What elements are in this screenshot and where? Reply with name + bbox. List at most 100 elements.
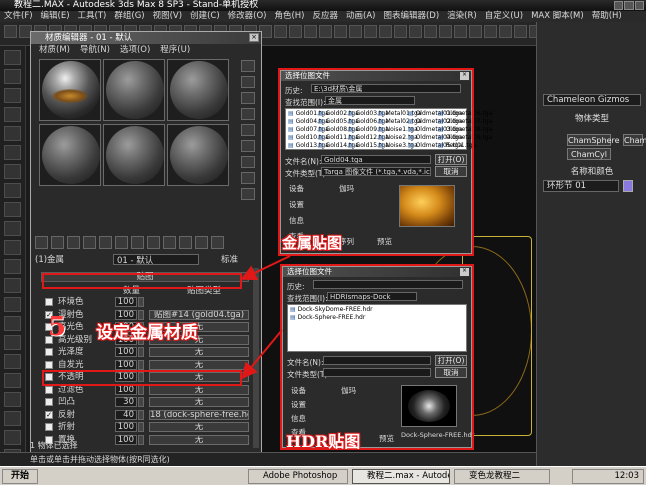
menu-item[interactable]: 修改器(O)	[228, 11, 267, 22]
map-enable-checkbox[interactable]	[45, 298, 53, 306]
chamsphere-button[interactable]: ChamSphere	[567, 134, 620, 146]
toolbar-button-icon[interactable]	[304, 25, 317, 38]
taskbar-3dsmax[interactable]: 教程二.max - Autodesk ...	[352, 469, 450, 484]
map-enable-checkbox[interactable]	[45, 423, 53, 431]
left-tool-icon[interactable]	[4, 126, 21, 141]
toolbar-button-icon[interactable]	[484, 25, 497, 38]
sample-slot-6[interactable]	[167, 124, 229, 186]
menu-item[interactable]: 群组(G)	[114, 11, 144, 22]
menu-item[interactable]: 反应器	[313, 11, 339, 22]
material-menu-item[interactable]: 导航(N)	[80, 45, 110, 56]
toolbar-button-icon[interactable]	[364, 25, 377, 38]
options-icon[interactable]	[241, 156, 255, 168]
taskbar-tutorial-folder[interactable]: 变色龙教程二	[454, 469, 550, 484]
toolbar-button-icon[interactable]	[334, 25, 347, 38]
amount-spinner-icon[interactable]	[138, 409, 144, 420]
reset-map-icon[interactable]	[83, 236, 96, 249]
left-tool-icon[interactable]	[4, 202, 21, 217]
left-tool-icon[interactable]	[4, 411, 21, 426]
menu-item[interactable]: 编辑(E)	[41, 11, 70, 22]
menu-item[interactable]: 自定义(U)	[485, 11, 523, 22]
show-map-in-viewport-icon[interactable]	[163, 236, 176, 249]
left-tool-icon[interactable]	[4, 69, 21, 84]
select-by-material-icon[interactable]	[241, 172, 255, 184]
left-tool-icon[interactable]	[4, 259, 21, 274]
menu-item[interactable]: 文件(F)	[4, 11, 33, 22]
amount-spinner-icon[interactable]	[138, 359, 144, 370]
toolbar-button-icon[interactable]	[274, 25, 287, 38]
left-tool-icon[interactable]	[4, 354, 21, 369]
sample-slot-2[interactable]	[103, 59, 165, 121]
menu-item[interactable]: 帮助(H)	[592, 11, 622, 22]
menu-item[interactable]: 工具(T)	[78, 11, 107, 22]
map-amount-field[interactable]: 100	[115, 359, 137, 370]
material-scrollbar[interactable]	[253, 268, 259, 448]
toolbar-button-icon[interactable]	[319, 25, 332, 38]
sample-slot-1[interactable]	[39, 59, 101, 121]
amount-spinner-icon[interactable]	[138, 422, 144, 432]
left-tool-icon[interactable]	[4, 297, 21, 312]
get-material-icon[interactable]	[35, 236, 48, 249]
toolbar-button-icon[interactable]	[289, 25, 302, 38]
toolbar-button-icon[interactable]	[379, 25, 392, 38]
material-navigator-icon[interactable]	[241, 188, 255, 200]
backlight-icon[interactable]	[241, 76, 255, 88]
menu-item[interactable]: 图表编辑器(D)	[383, 11, 439, 22]
left-tool-icon[interactable]	[4, 392, 21, 407]
left-tool-icon[interactable]	[4, 145, 21, 160]
put-to-scene-icon[interactable]	[51, 236, 64, 249]
map-slot-button[interactable]: 18 (dock-sphere-free.hdr	[149, 409, 249, 420]
map-enable-checkbox[interactable]	[45, 348, 53, 356]
material-type-button[interactable]: 标准	[221, 254, 238, 266]
left-tool-icon[interactable]	[4, 221, 21, 236]
amount-spinner-icon[interactable]	[138, 384, 144, 395]
sample-type-icon[interactable]	[241, 60, 255, 72]
chambox-button[interactable]: ChamBox	[623, 134, 646, 146]
sample-slot-3[interactable]	[167, 59, 229, 121]
make-unique-icon[interactable]	[115, 236, 128, 249]
material-menu-item[interactable]: 程序(U)	[160, 45, 190, 56]
toolbar-button-icon[interactable]	[514, 25, 527, 38]
left-tool-icon[interactable]	[4, 373, 21, 388]
object-color-swatch[interactable]	[623, 180, 633, 192]
amount-spinner-icon[interactable]	[138, 347, 144, 357]
toolbar-button-icon[interactable]	[409, 25, 422, 38]
go-forward-sibling-icon[interactable]	[211, 236, 224, 249]
left-tool-icon[interactable]	[4, 278, 21, 293]
amount-spinner-icon[interactable]	[138, 297, 144, 307]
map-amount-field[interactable]: 100	[115, 384, 137, 395]
left-tool-icon[interactable]	[4, 107, 21, 122]
make-preview-icon[interactable]	[241, 140, 255, 152]
left-tool-icon[interactable]	[4, 240, 21, 255]
map-slot-button[interactable]: 无	[149, 434, 249, 445]
maximize-icon[interactable]	[624, 1, 634, 10]
window-controls[interactable]	[614, 1, 644, 10]
uv-tiling-icon[interactable]	[241, 108, 255, 120]
left-tool-icon[interactable]	[4, 50, 21, 65]
map-enable-checkbox[interactable]	[45, 360, 53, 369]
go-to-parent-icon[interactable]	[195, 236, 208, 249]
toolbar-button-icon[interactable]	[4, 25, 17, 38]
gizmo-category-dropdown[interactable]: Chameleon Gizmos	[543, 94, 641, 106]
menu-item[interactable]: 创建(C)	[190, 11, 220, 22]
map-slot-button[interactable]: 无	[149, 359, 249, 370]
sample-slot-4[interactable]	[39, 124, 101, 186]
menu-item[interactable]: 渲染(R)	[447, 11, 477, 22]
material-effects-channel-icon[interactable]	[147, 236, 160, 249]
background-icon[interactable]	[241, 92, 255, 104]
menu-item[interactable]: 角色(H)	[274, 11, 304, 22]
left-tool-icon[interactable]	[4, 164, 21, 179]
material-name-field[interactable]: 01 - 默认	[113, 254, 199, 266]
material-menu-item[interactable]: 选项(O)	[120, 45, 150, 56]
map-amount-field[interactable]: 100	[115, 347, 137, 357]
chamcyl-button[interactable]: ChamCyl	[567, 148, 611, 160]
amount-spinner-icon[interactable]	[138, 397, 144, 407]
map-enable-checkbox[interactable]	[45, 385, 53, 394]
toolbar-button-icon[interactable]	[499, 25, 512, 38]
map-amount-field[interactable]: 30	[115, 397, 137, 407]
map-slot-button[interactable]: 无	[149, 384, 249, 395]
close-icon[interactable]	[634, 1, 644, 10]
menu-item[interactable]: MAX 脚本(M)	[531, 11, 584, 22]
taskbar-photoshop[interactable]: Adobe Photoshop	[248, 469, 348, 484]
toolbar-button-icon[interactable]	[469, 25, 482, 38]
